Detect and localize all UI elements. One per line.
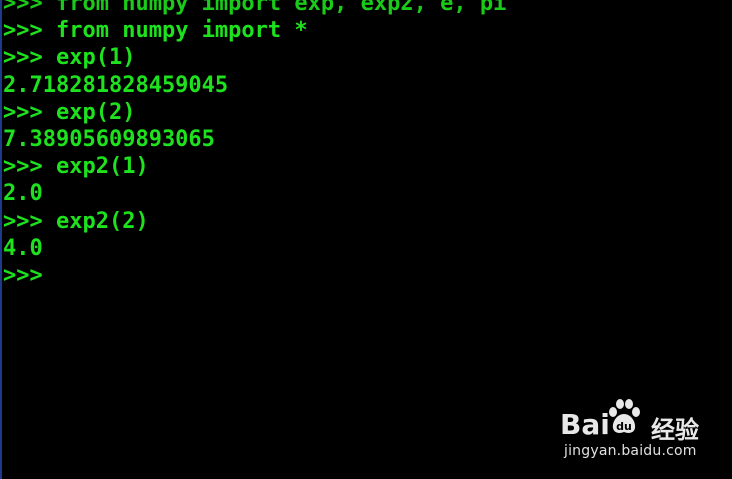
console-line: >>> exp2(2) [3,208,506,235]
prompt-marker: >>> [3,154,43,180]
prompt-marker: >>> [3,18,43,44]
command-text: exp2(1) [42,154,149,180]
output-text: 7.38905609893065 [3,126,215,152]
console-line: >>> exp2(1) [3,153,506,180]
output-text: 2.0 [3,181,43,207]
watermark-logo: Bai du 经验 [558,398,728,444]
command-text: from numpy import * [42,18,308,44]
watermark-url: jingyan.baidu.com [564,443,697,459]
output-text: 4.0 [3,235,43,261]
prompt-marker: >>> [3,45,43,71]
output-text: 2.718281828459045 [3,72,229,98]
command-text: exp(2) [42,99,136,125]
command-text: exp2(2) [42,208,149,234]
console-line: 2.718281828459045 [3,72,506,99]
watermark-brand-cn: 经验 [651,416,699,444]
prompt-marker: >>> [3,99,43,125]
console-input-line[interactable]: >>> [3,262,506,289]
terminal-window[interactable]: >>> from numpy import exp, exp2, e, pi >… [0,0,732,479]
console-output: >>> from numpy import exp, exp2, e, pi >… [3,0,506,289]
console-line: >>> exp(2) [3,99,506,126]
command-text: exp(1) [42,45,136,71]
baidu-paw-icon: du [609,399,640,433]
svg-text:du: du [616,420,632,433]
prompt-marker: >>> [3,208,43,234]
window-left-border [0,0,2,479]
console-line: 4.0 [3,235,506,262]
console-line: 2.0 [3,180,506,207]
console-line: 7.38905609893065 [3,126,506,153]
prompt-marker: >>> [3,262,43,288]
console-line: >>> exp(1) [3,44,506,71]
baidu-jingyan-watermark: Bai du 经验 jingyan.baidu.com [558,398,728,468]
console-line: >>> from numpy import exp, exp2, e, pi [3,0,507,16]
console-line: >>> from numpy import * [3,17,506,44]
watermark-brand-bai: Bai [560,408,610,441]
